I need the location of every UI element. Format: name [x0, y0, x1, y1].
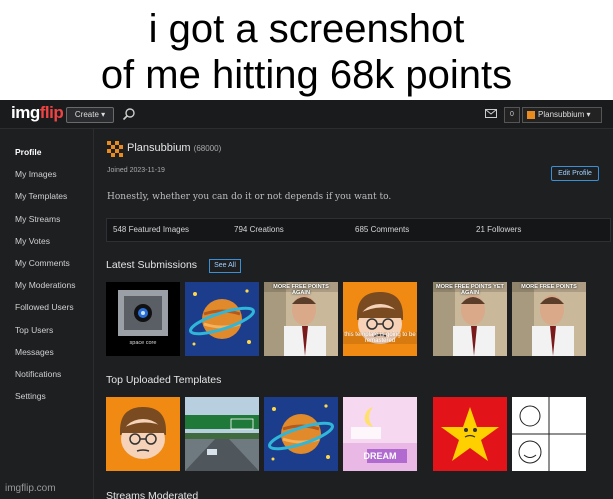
user-menu-button[interactable]: Plansubbium ▾ — [522, 107, 602, 123]
template-thumb-caption: DREAM — [363, 451, 397, 461]
submission-thumb[interactable]: MORE FREE POINTS AGAIN — [264, 282, 338, 356]
create-button[interactable]: Create ▾ — [66, 107, 114, 123]
streams-moderated-heading: Streams Moderated — [106, 490, 199, 499]
sidebar-item-my-streams[interactable]: My Streams — [15, 214, 60, 224]
caption-line-1: i got a screenshot — [148, 7, 465, 51]
sidebar-item-followed-users[interactable]: Followed Users — [15, 302, 74, 312]
edit-profile-button[interactable]: Edit Profile — [551, 166, 599, 181]
see-all-button[interactable]: See All — [209, 259, 241, 273]
imgflip-watermark: imgflip.com — [5, 483, 56, 494]
submission-thumb[interactable]: space core — [106, 282, 180, 356]
template-thumb[interactable]: DREAM — [343, 397, 417, 471]
points-count: (68000) — [193, 144, 222, 153]
notification-count-button[interactable]: 0 — [504, 107, 520, 123]
submission-thumb-caption: MORE FREE POINTS — [521, 284, 577, 290]
top-navbar: imgflip Create ▾ 0 Plansubbium ▾ — [0, 100, 613, 129]
meme-caption: i got a screenshot of me hitting 68k poi… — [0, 0, 613, 100]
stats-bar: 548 Featured Images 794 Creations 685 Co… — [106, 218, 611, 242]
sidebar-item-top-users[interactable]: Top Users — [15, 325, 53, 335]
caption-line-2: of me hitting 68k points — [100, 53, 513, 97]
profile-avatar — [107, 141, 123, 157]
logo-accent-text: flip — [39, 103, 64, 122]
template-thumb[interactable] — [512, 397, 586, 471]
submission-thumb-caption: this template is going to be remastered — [343, 332, 417, 344]
template-thumb[interactable] — [264, 397, 338, 471]
creations-stat[interactable]: 794 Creations — [234, 225, 284, 234]
template-thumb[interactable] — [106, 397, 180, 471]
template-thumb[interactable] — [185, 397, 259, 471]
submission-thumb[interactable]: this template is going to be remastered — [343, 282, 417, 356]
sidebar-item-my-votes[interactable]: My Votes — [15, 236, 50, 246]
profile-bio: Honestly, whether you can do it or not d… — [107, 192, 392, 202]
comments-stat[interactable]: 685 Comments — [355, 225, 409, 234]
user-avatar — [527, 111, 535, 119]
sidebar-item-profile[interactable]: Profile — [15, 147, 41, 157]
joined-date: Joined 2023-11-19 — [107, 167, 165, 174]
mail-icon[interactable] — [485, 109, 497, 118]
top-templates-heading: Top Uploaded Templates — [106, 374, 222, 386]
followers-stat[interactable]: 21 Followers — [476, 225, 521, 234]
submission-thumb[interactable] — [185, 282, 259, 356]
profile-username: Plansubbium (68000) — [127, 142, 221, 154]
template-thumb[interactable] — [433, 397, 507, 471]
sidebar-item-my-moderations[interactable]: My Moderations — [15, 280, 75, 290]
submission-thumb[interactable]: MORE FREE POINTS YET AGAIN — [433, 282, 507, 356]
sidebar-item-messages[interactable]: Messages — [15, 347, 54, 357]
sidebar: Profile My Images My Templates My Streams My… — [0, 129, 94, 499]
screenshot: imgflip Create ▾ 0 Plansubbium ▾ Profile… — [0, 100, 613, 499]
sidebar-item-settings[interactable]: Settings — [15, 391, 46, 401]
sidebar-item-my-templates[interactable]: My Templates — [15, 191, 67, 201]
logo-text: img — [11, 103, 40, 122]
submission-thumb[interactable]: MORE FREE POINTS — [512, 282, 586, 356]
submission-thumb-caption: MORE FREE POINTS YET AGAIN — [436, 284, 504, 296]
featured-images-stat[interactable]: 548 Featured Images — [113, 225, 189, 234]
search-icon[interactable] — [122, 107, 136, 121]
profile-main: Plansubbium (68000) Joined 2023-11-19 Ed… — [94, 129, 613, 499]
imgflip-logo[interactable]: imgflip — [11, 103, 64, 123]
sidebar-item-notifications[interactable]: Notifications — [15, 369, 61, 379]
username-text: Plansubbium — [127, 142, 191, 154]
submission-thumb-caption: space core — [129, 340, 157, 346]
sidebar-item-my-images[interactable]: My Images — [15, 169, 57, 179]
submission-thumb-caption: MORE FREE POINTS AGAIN — [273, 284, 329, 296]
sidebar-item-my-comments[interactable]: My Comments — [15, 258, 70, 268]
user-menu-label: Plansubbium ▾ — [538, 110, 591, 119]
latest-submissions-heading: Latest Submissions — [106, 259, 198, 271]
